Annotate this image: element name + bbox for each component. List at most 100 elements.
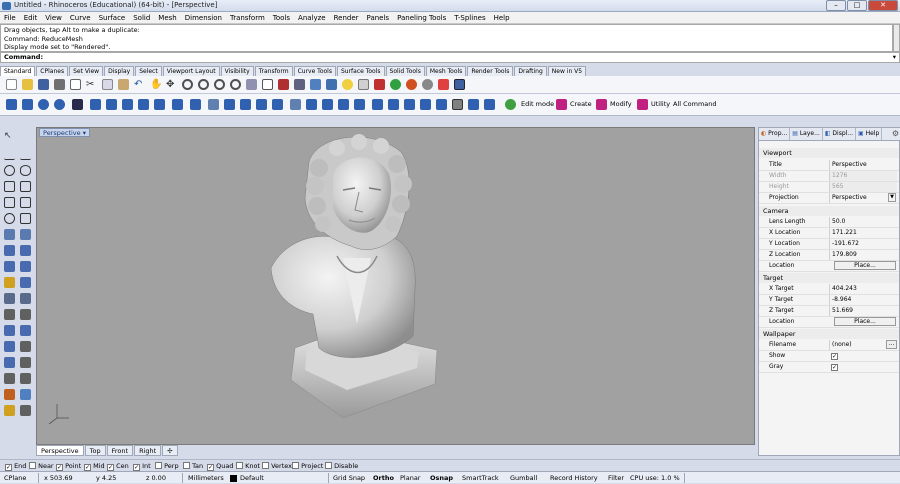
ts-fill-hole-icon[interactable] [322,99,333,110]
ts-convert-icon[interactable] [372,99,383,110]
osnap-near[interactable]: Near [29,462,54,470]
tab-select[interactable]: Select [135,66,162,76]
tab-visibility[interactable]: Visibility [220,66,254,76]
tab-top[interactable]: Top [84,445,106,456]
menu-render[interactable]: Render [330,12,363,24]
status-layer[interactable]: Default [240,472,264,484]
layer-icon[interactable] [358,79,369,90]
ts-export-icon[interactable] [484,99,495,110]
cplane-icon[interactable] [278,79,289,90]
tab-mesh-tools[interactable]: Mesh Tools [425,66,467,76]
dimension-icon[interactable] [20,341,31,352]
osnap-checkbox[interactable] [183,462,190,469]
offset-icon[interactable] [20,213,31,224]
ortho-toggle[interactable]: Ortho [373,472,394,484]
ts-extrude-icon[interactable] [90,99,101,110]
osnap-checkbox[interactable] [236,462,243,469]
array-icon[interactable] [4,309,15,320]
tab-display[interactable]: Display [104,66,135,76]
osnap-checkbox[interactable]: ✓ [207,464,214,471]
loft-icon[interactable] [20,229,31,240]
ts-standard-icon[interactable] [420,99,431,110]
fillet-icon[interactable] [4,213,15,224]
cut-icon[interactable]: ✂ [86,79,97,90]
osnap-perp[interactable]: Perp [155,462,179,470]
menu-mesh[interactable]: Mesh [154,12,180,24]
save-icon[interactable] [38,79,49,90]
minimize-button[interactable]: – [826,0,846,11]
ts-box-icon[interactable] [6,99,17,110]
menu-paneling-tools[interactable]: Paneling Tools [393,12,450,24]
menu-transform[interactable]: Transform [226,12,269,24]
tab-set-view[interactable]: Set View [69,66,104,76]
circle-icon[interactable] [4,165,15,176]
block-icon[interactable] [4,373,15,384]
add-viewport-tab-icon[interactable]: ✢ [162,445,178,456]
copy-icon[interactable] [102,79,113,90]
target-place-button[interactable]: Place... [834,317,896,326]
tab-cplanes[interactable]: CPlanes [36,66,69,76]
osnap-checkbox[interactable]: ✓ [84,464,91,471]
show-checkbox[interactable]: ✓ [831,353,838,360]
paste-icon[interactable] [118,79,129,90]
tab-viewport-layout[interactable]: Viewport Layout [162,66,220,76]
hide-icon[interactable] [20,389,31,400]
sphere-icon[interactable] [20,245,31,256]
browse-button[interactable]: ... [886,340,897,349]
osnap-mid[interactable]: ✓ Mid [84,462,105,471]
osnap-vertex[interactable]: Vertex [262,462,292,470]
extrude-icon[interactable] [20,261,31,272]
rectangle-icon[interactable] [20,181,31,192]
y-location-field[interactable]: -191.672 [829,239,897,249]
osnap-cen[interactable]: ✓ Cen [107,462,129,471]
arc-icon[interactable] [4,197,15,208]
ts-frame-icon[interactable] [436,99,447,110]
command-dropdown-icon[interactable]: ▾ [893,53,896,62]
ts-pipe-icon[interactable] [354,99,365,110]
tab-standard[interactable]: Standard [0,66,36,76]
panel-options-icon[interactable]: ⚙ [892,129,899,138]
ts-subdivide-icon[interactable] [190,99,201,110]
y-target-field[interactable]: -8.964 [829,295,897,305]
camera-place-button[interactable]: Place... [834,261,896,270]
ts-delete-icon[interactable] [272,99,283,110]
ellipse-icon[interactable] [20,165,31,176]
osnap-int[interactable]: ✓ Int [133,462,151,471]
tab-transform[interactable]: Transform [254,66,293,76]
viewport-grid-icon[interactable] [262,79,273,90]
create-button[interactable]: Create [570,98,592,111]
osnap-tan[interactable]: Tan [183,462,203,470]
new-file-icon[interactable] [6,79,17,90]
tab-surface-tools[interactable]: Surface Tools [336,66,385,76]
ts-sphere-icon[interactable] [38,99,49,110]
explode-icon[interactable] [4,341,15,352]
object-properties-icon[interactable] [374,79,385,90]
gumball-toggle[interactable]: Gumball [510,472,537,484]
projection-select[interactable]: Perspective ▼ [829,193,897,203]
scale-icon[interactable] [20,293,31,304]
smarttrack-toggle[interactable]: SmartTrack [462,472,499,484]
box-icon[interactable] [4,245,15,256]
light-icon[interactable] [342,79,353,90]
mesh-icon[interactable] [4,277,15,288]
edit-mode-button[interactable]: Edit mode [521,98,554,111]
tab-render-tools[interactable]: Render Tools [467,66,514,76]
menu-view[interactable]: View [41,12,66,24]
osnap-checkbox[interactable] [262,462,269,469]
help-icon[interactable] [454,79,465,90]
osnap-checkbox[interactable] [292,462,299,469]
split-icon[interactable] [4,325,15,336]
grid-snap-toggle[interactable]: Grid Snap [333,472,365,484]
osnap-checkbox[interactable]: ✓ [5,464,12,471]
record-history-toggle[interactable]: Record History [550,472,598,484]
tab-properties[interactable]: ◐ Prop... [759,128,791,140]
osnap-checkbox[interactable] [155,462,162,469]
zoom-window-icon[interactable] [198,79,209,90]
zoom-extents-icon[interactable] [214,79,225,90]
select-icon[interactable] [310,79,321,90]
ts-weld-icon[interactable] [138,99,149,110]
z-location-field[interactable]: 179.809 [829,250,897,260]
menu-analyze[interactable]: Analyze [294,12,330,24]
point-icon[interactable] [4,149,15,160]
ts-rebuild-icon[interactable] [388,99,399,110]
